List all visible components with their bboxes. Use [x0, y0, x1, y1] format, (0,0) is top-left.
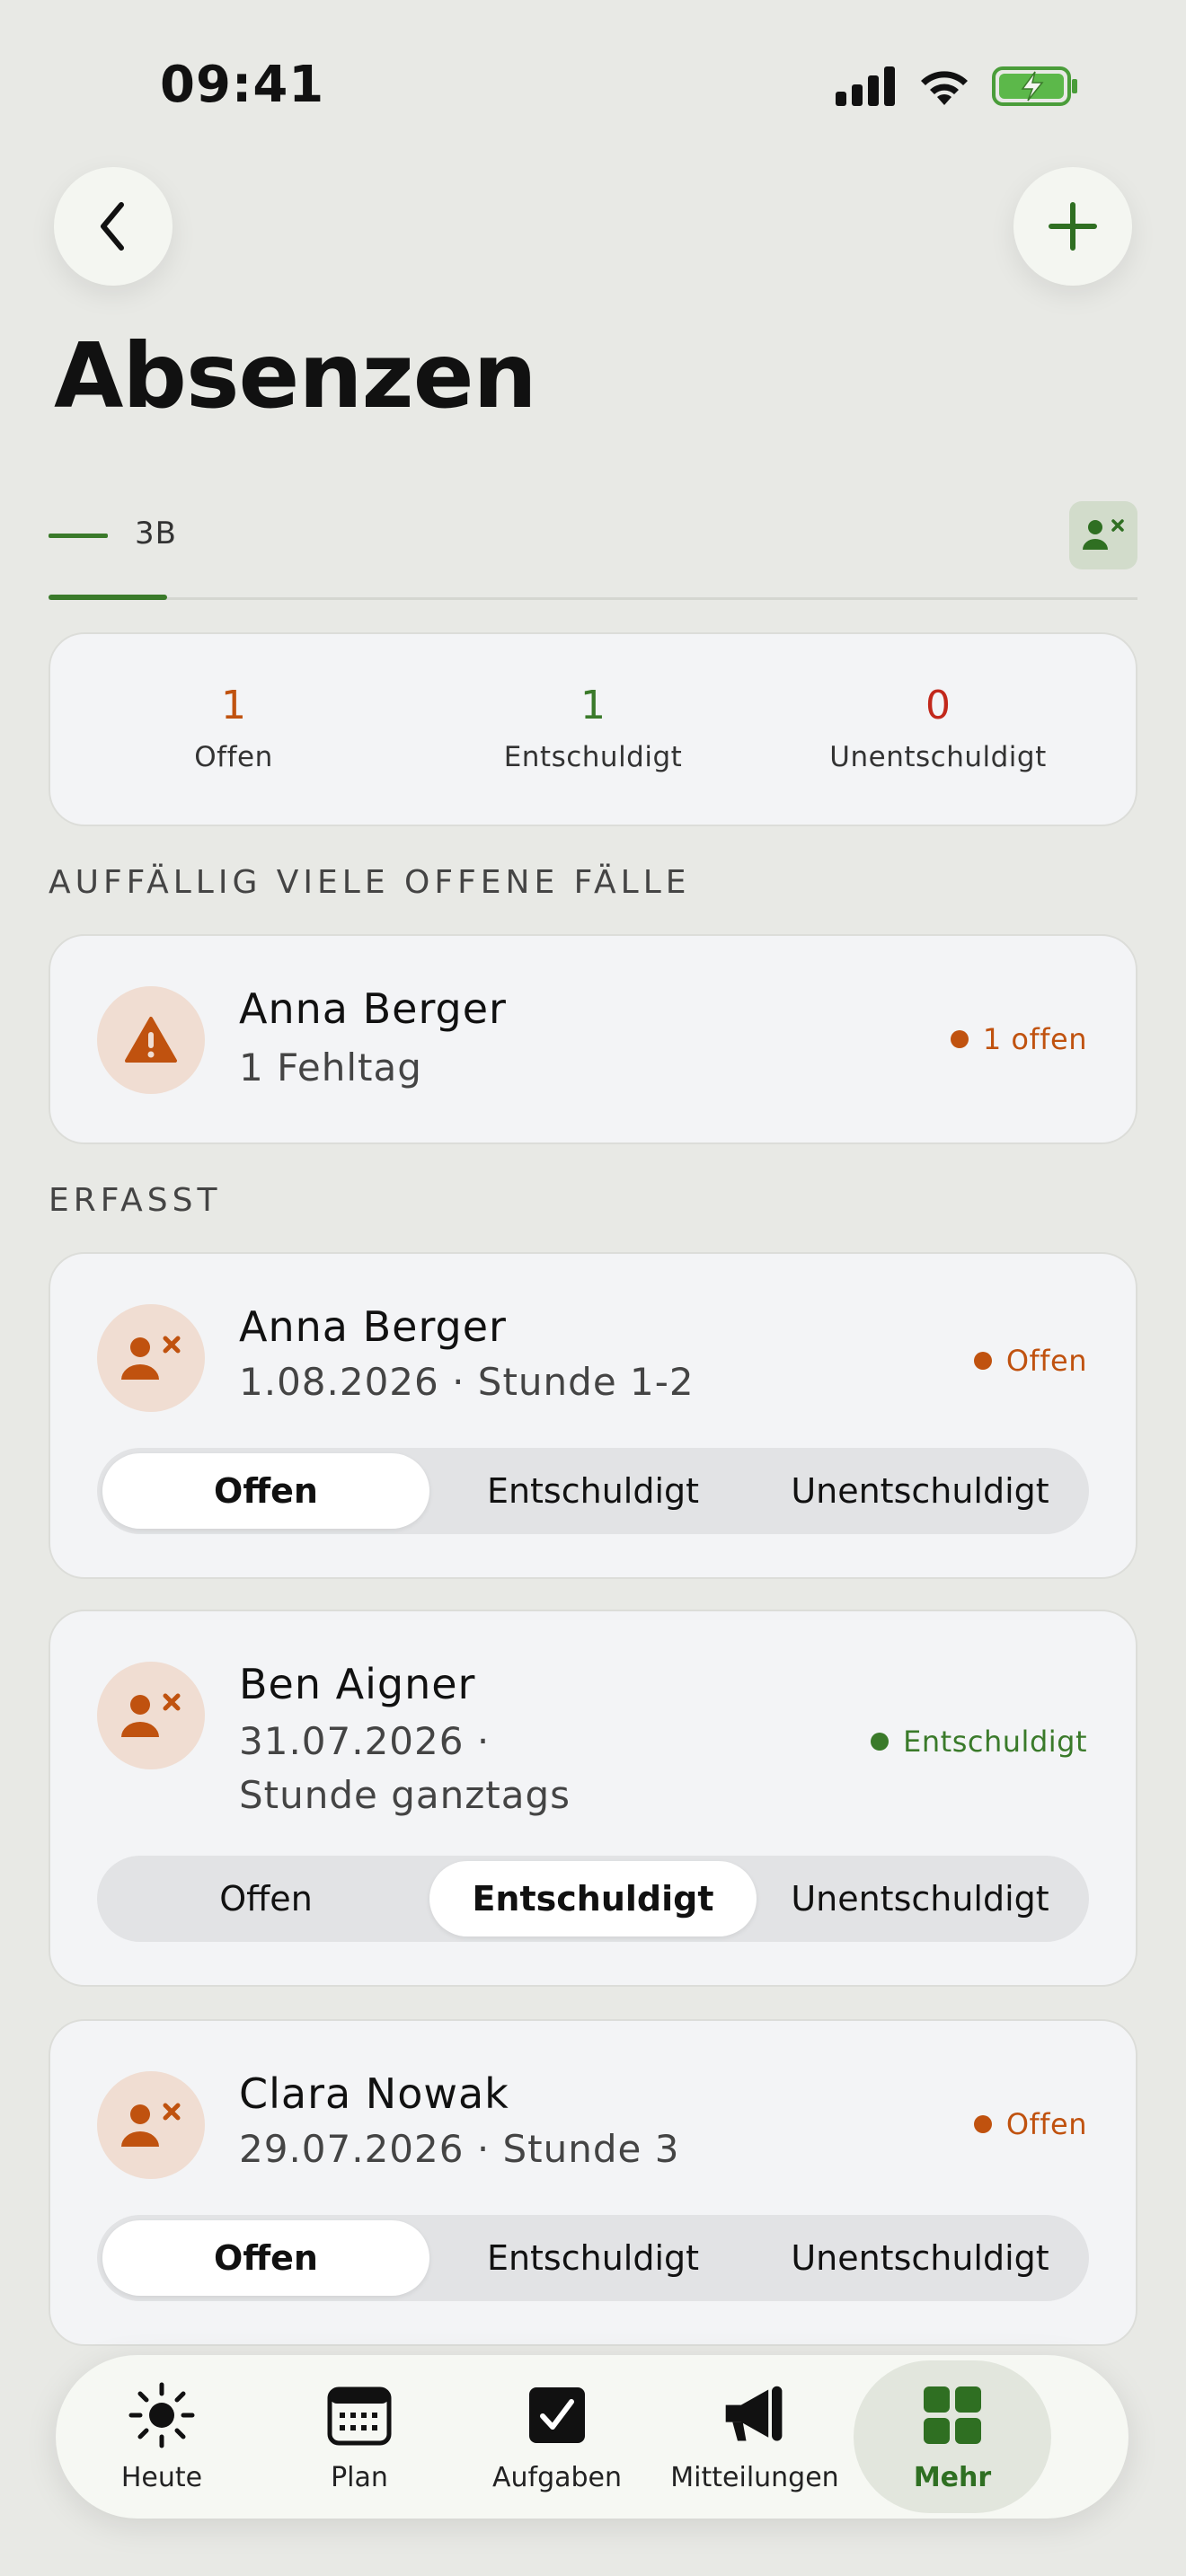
segment-excused[interactable]: Entschuldigt: [429, 1861, 757, 1936]
status-dot: [871, 1733, 890, 1751]
person-x-icon: [121, 1693, 181, 1737]
bottom-navigation: Heute Plan Aufgaben Mitteilungen Mehr: [56, 2355, 1128, 2519]
summary-unexcused-value: 0: [925, 683, 951, 728]
status-badge: Offen: [973, 2107, 1087, 2141]
tab-underline: [49, 597, 1137, 600]
status-dot: [973, 2115, 992, 2133]
absent-person-avatar: [97, 1304, 205, 1412]
segment-open[interactable]: Offen: [102, 1453, 429, 1529]
tab-class-3b[interactable]: 3B: [135, 516, 177, 551]
nav-today[interactable]: Heute: [63, 2360, 261, 2513]
absence-card: Clara Nowak 29.07.2026 · Stunde 3 Offen …: [49, 2019, 1137, 2346]
segment-unexcused[interactable]: Unentschuldigt: [757, 2220, 1084, 2296]
flagged-student-name: Anna Berger: [239, 984, 507, 1033]
nav-more-label: Mehr: [913, 2461, 992, 2493]
absent-person-avatar: [97, 1662, 205, 1769]
segment-open[interactable]: Offen: [102, 1861, 429, 1936]
class-tab-bar: 3B: [49, 499, 1137, 600]
status-dot: [973, 1352, 992, 1370]
summary-unexcused-label: Unentschuldigt: [829, 741, 1047, 773]
checkbox-icon: [523, 2381, 591, 2449]
warning-icon: [125, 1017, 177, 1063]
nav-tasks[interactable]: Aufgaben: [458, 2360, 656, 2513]
status-segmented-control: Offen Entschuldigt Unentschuldigt: [97, 2215, 1089, 2301]
absence-lesson-line: Stunde ganztags: [239, 1773, 571, 1817]
segment-excused[interactable]: Entschuldigt: [429, 1453, 757, 1529]
nav-plan-label: Plan: [331, 2461, 388, 2493]
sun-icon: [128, 2381, 196, 2449]
segment-excused[interactable]: Entschuldigt: [429, 2220, 757, 2296]
student-name: Ben Aigner: [239, 1660, 476, 1708]
absent-person-avatar: [97, 2071, 205, 2179]
absence-card: Ben Aigner 31.07.2026 · Stunde ganztags …: [49, 1610, 1137, 1987]
status-badge: Offen: [973, 1344, 1087, 1378]
calendar-icon: [325, 2381, 394, 2449]
wifi-icon: [921, 71, 968, 105]
absence-date-line: 29.07.2026 · Stunde 3: [239, 2127, 680, 2171]
student-name: Clara Nowak: [239, 2069, 509, 2118]
segment-unexcused[interactable]: Unentschuldigt: [757, 1453, 1084, 1529]
page-title: Absenzen: [54, 323, 537, 428]
person-x-icon: [121, 1336, 181, 1380]
summary-unexcused: 0 Unentschuldigt: [803, 683, 1073, 773]
summary-card: 1 Offen 1 Entschuldigt 0 Unentschuldigt: [49, 632, 1137, 826]
status-icons: [836, 65, 1078, 108]
warning-avatar: [97, 986, 205, 1094]
flagged-student-days: 1 Fehltag: [239, 1045, 422, 1090]
tab-active-underline: [49, 595, 167, 600]
absence-date-line: 1.08.2026 · Stunde 1-2: [239, 1360, 695, 1404]
flagged-case-card[interactable]: Anna Berger 1 Fehltag 1 offen: [49, 934, 1137, 1144]
absence-date-line: 31.07.2026 ·: [239, 1719, 491, 1763]
add-absence-button[interactable]: [1013, 167, 1132, 286]
nav-plan[interactable]: Plan: [261, 2360, 458, 2513]
flagged-badge-text: 1 offen: [982, 1022, 1087, 1056]
status-badge: Entschuldigt: [871, 1725, 1087, 1759]
nav-tasks-label: Aufgaben: [491, 2461, 623, 2493]
summary-open-value: 1: [221, 683, 246, 728]
summary-excused-value: 1: [580, 683, 606, 728]
status-badge-text: Entschuldigt: [903, 1725, 1087, 1759]
segment-unexcused[interactable]: Unentschuldigt: [757, 1861, 1084, 1936]
summary-excused-label: Entschuldigt: [503, 741, 683, 773]
back-button[interactable]: [54, 167, 173, 286]
nav-today-label: Heute: [120, 2461, 203, 2493]
plus-icon: [1049, 202, 1097, 251]
student-name: Anna Berger: [239, 1302, 507, 1351]
status-time: 09:41: [160, 56, 325, 114]
chevron-left-icon: [101, 202, 124, 251]
summary-open: 1 Offen: [99, 683, 368, 773]
megaphone-icon: [721, 2381, 789, 2449]
nav-more[interactable]: Mehr: [854, 2360, 1051, 2513]
summary-open-label: Offen: [194, 741, 273, 773]
section-flagged-heading: AUFFÄLLIG VIELE OFFENE FÄLLE: [49, 864, 691, 901]
section-recorded-heading: ERFASST: [49, 1182, 222, 1219]
summary-excused: 1 Entschuldigt: [458, 683, 728, 773]
status-segmented-control: Offen Entschuldigt Unentschuldigt: [97, 1448, 1089, 1534]
absence-filter-button[interactable]: [1069, 501, 1137, 569]
signal-icon: [836, 66, 895, 106]
person-x-icon: [1083, 519, 1124, 550]
battery-charging-icon: [992, 66, 1077, 106]
status-bar: 09:41: [0, 0, 1186, 171]
status-dot: [950, 1030, 969, 1048]
nav-messages[interactable]: Mitteilungen: [656, 2360, 854, 2513]
status-segmented-control: Offen Entschuldigt Unentschuldigt: [97, 1856, 1089, 1942]
tab-indicator-dash: [49, 534, 108, 538]
status-badge-text: Offen: [1005, 1344, 1087, 1378]
person-x-icon: [121, 2103, 181, 2147]
grid-icon: [918, 2381, 987, 2449]
nav-messages-label: Mitteilungen: [670, 2461, 839, 2493]
absence-card: Anna Berger 1.08.2026 · Stunde 1-2 Offen…: [49, 1252, 1137, 1579]
status-badge-text: Offen: [1005, 2107, 1087, 2141]
segment-open[interactable]: Offen: [102, 2220, 429, 2296]
flagged-open-badge: 1 offen: [950, 1022, 1087, 1056]
